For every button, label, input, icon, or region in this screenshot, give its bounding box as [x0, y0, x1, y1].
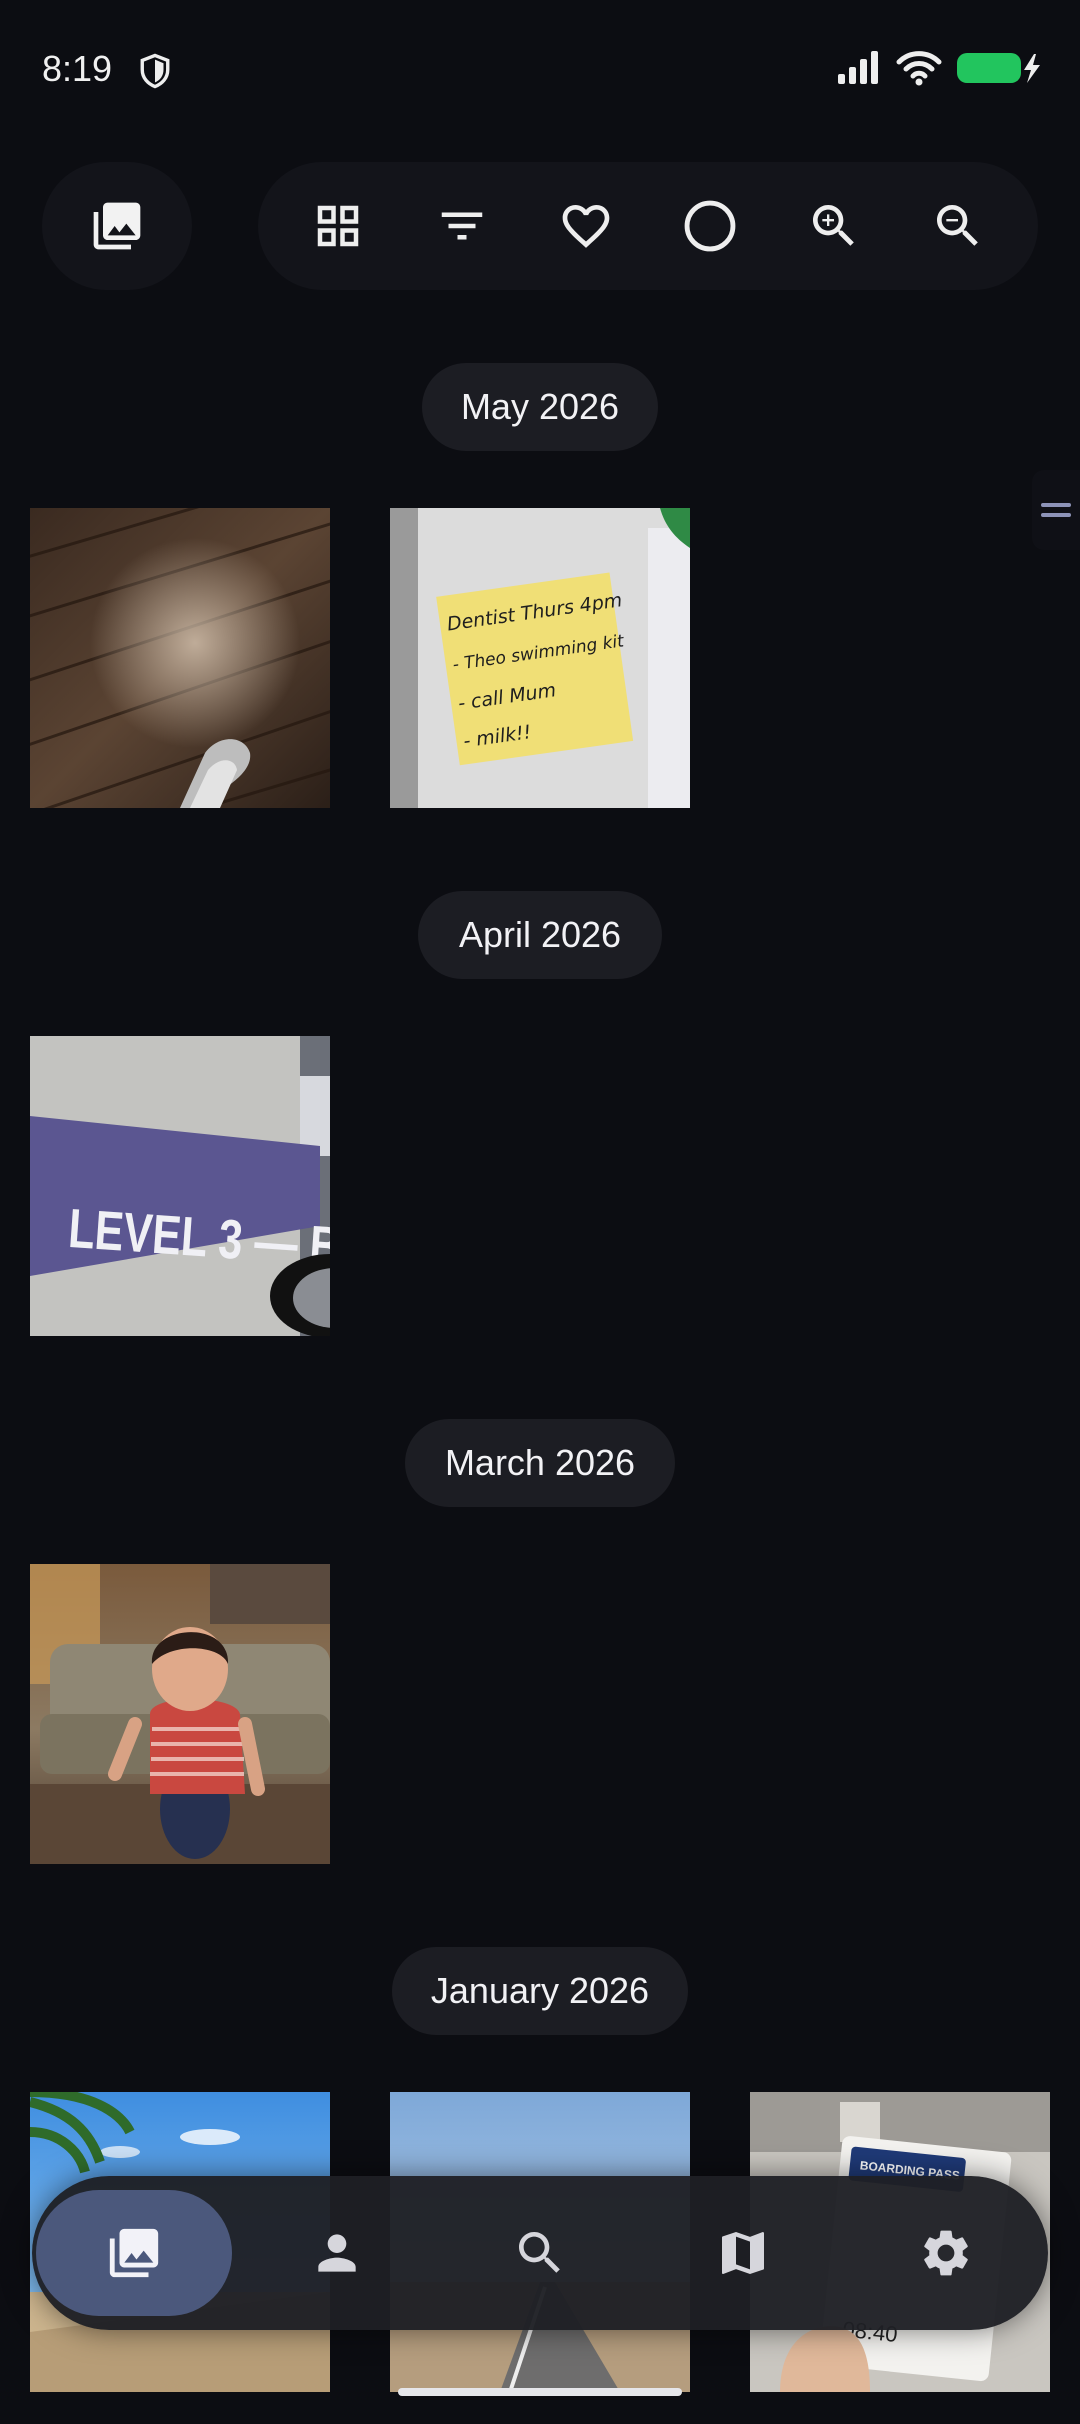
photo-thumbnail-wood-floor[interactable] — [30, 508, 330, 808]
status-icons — [836, 50, 1042, 86]
heart-icon — [562, 205, 610, 248]
photo-child — [30, 1564, 330, 1864]
photo-sticky-note: Dentist Thurs 4pm - Theo swimming kit - … — [390, 508, 690, 808]
toolbar — [258, 162, 1038, 290]
status-time: 8:19 — [42, 48, 113, 89]
filter-button[interactable] — [412, 176, 512, 276]
shield-icon — [140, 53, 170, 89]
photo-library-icon — [93, 202, 141, 250]
scroll-handle[interactable] — [1032, 470, 1080, 550]
person-icon — [318, 2234, 356, 2272]
photo-wood-floor — [30, 508, 330, 808]
section-header-march: March 2026 — [405, 1419, 675, 1507]
gear-icon — [924, 2230, 969, 2276]
photo-parking-sign: LEVEL 3 — BAY 214 — [30, 1036, 330, 1336]
grid-icon — [317, 205, 359, 247]
zoom-in-icon — [813, 205, 854, 246]
nav-photos[interactable] — [35, 2190, 232, 2316]
nav-settings[interactable] — [848, 2190, 1044, 2316]
library-button[interactable] — [42, 162, 192, 290]
bottom-navigation — [32, 2176, 1048, 2330]
select-button[interactable] — [660, 176, 760, 276]
photo-thumbnail-sticky-note[interactable]: Dentist Thurs 4pm - Theo swimming kit - … — [390, 508, 690, 808]
photos-icon — [109, 2228, 158, 2278]
section-header-january: January 2026 — [392, 1947, 688, 2035]
nav-map[interactable] — [645, 2190, 841, 2316]
section-header-may: May 2026 — [422, 363, 658, 451]
battery-charging-icon — [957, 53, 1040, 83]
zoom-in-button[interactable] — [784, 176, 884, 276]
photo-thumbnail-parking[interactable]: LEVEL 3 — BAY 214 — [30, 1036, 330, 1336]
nav-people[interactable] — [239, 2190, 435, 2316]
signal-icon — [838, 51, 878, 84]
photo-thumbnail-child[interactable] — [30, 1564, 330, 1864]
map-icon — [722, 2232, 765, 2274]
status-bar: 8:19 — [0, 0, 1080, 140]
section-header-april: April 2026 — [418, 891, 662, 979]
wifi-icon — [896, 51, 942, 86]
search-icon — [518, 2232, 560, 2273]
zoom-out-icon — [937, 205, 978, 246]
nav-search[interactable] — [442, 2190, 638, 2316]
zoom-out-button[interactable] — [908, 176, 1008, 276]
gesture-bar — [398, 2388, 682, 2396]
favorites-button[interactable] — [536, 176, 636, 276]
filter-icon — [441, 212, 483, 240]
circle-icon — [684, 200, 736, 252]
grid-view-button[interactable] — [288, 176, 388, 276]
